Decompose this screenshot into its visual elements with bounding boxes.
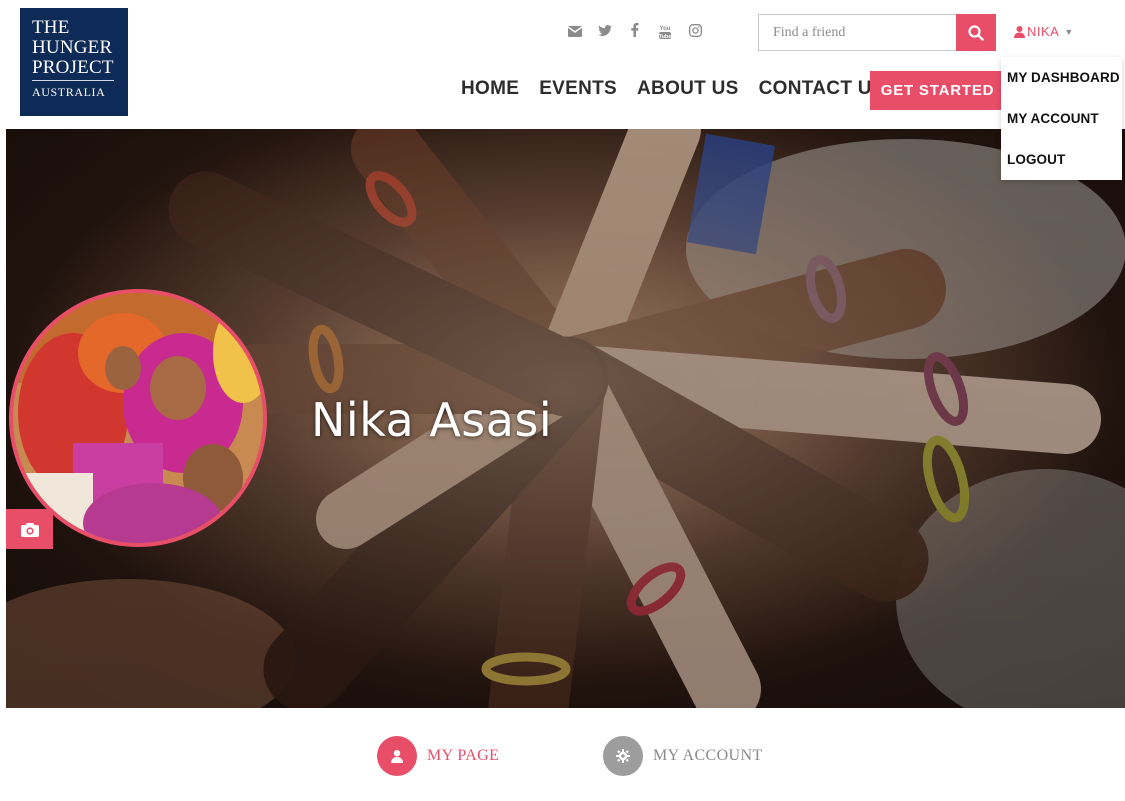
logo-line-hunger: HUNGER	[32, 37, 113, 58]
menu-item-my-dashboard[interactable]: MY DASHBOARD	[1001, 57, 1122, 98]
instagram-icon[interactable]	[680, 23, 710, 42]
nav-contact-us[interactable]: CONTACT US	[759, 78, 885, 100]
tab-my-account[interactable]: MY ACCOUNT	[603, 736, 763, 776]
tab-my-page[interactable]: MY PAGE	[377, 736, 499, 776]
user-icon	[1014, 25, 1025, 38]
nav-events[interactable]: EVENTS	[539, 78, 617, 100]
menu-item-my-account[interactable]: MY ACCOUNT	[1001, 98, 1122, 139]
user-icon	[391, 749, 403, 763]
facebook-icon[interactable]	[620, 23, 650, 42]
tab-my-account-icon-wrap	[603, 736, 643, 776]
email-icon[interactable]	[560, 23, 590, 42]
nav-home[interactable]: HOME	[461, 78, 519, 100]
gear-icon	[616, 749, 630, 763]
twitter-icon[interactable]	[590, 23, 620, 42]
site-logo[interactable]: THE HUNGER PROJECT AUSTRALIA	[20, 8, 128, 116]
hero-banner: Nika Asasi	[6, 129, 1125, 708]
user-dropdown-menu: MY DASHBOARD MY ACCOUNT LOGOUT	[1001, 57, 1122, 180]
tab-my-page-label: MY PAGE	[427, 747, 500, 764]
logo-line-the: THE	[32, 17, 70, 38]
camera-icon	[20, 522, 39, 537]
main-nav: HOME EVENTS ABOUT US CONTACT US	[461, 78, 885, 100]
user-menu-toggle[interactable]: NIKA ▼	[1014, 24, 1074, 39]
change-photo-button[interactable]	[6, 509, 53, 549]
menu-item-logout[interactable]: LOGOUT	[1001, 139, 1122, 180]
nav-about-us[interactable]: ABOUT US	[637, 78, 739, 100]
caret-down-icon: ▼	[1064, 26, 1074, 37]
logo-line-australia: AUSTRALIA	[32, 85, 106, 99]
svg-text:Tube: Tube	[659, 34, 672, 40]
find-friend-input[interactable]	[758, 14, 956, 51]
get-started-button[interactable]: GET STARTED	[870, 71, 1005, 110]
search-icon	[968, 24, 984, 41]
tab-my-page-icon-wrap	[377, 736, 417, 776]
youtube-icon[interactable]: You Tube	[650, 23, 680, 42]
social-links: You Tube	[560, 23, 710, 42]
tab-my-account-label: MY ACCOUNT	[653, 747, 763, 764]
profile-name: Nika Asasi	[311, 393, 553, 447]
svg-text:You: You	[660, 26, 671, 32]
search-button[interactable]	[956, 14, 996, 51]
user-name: NIKA	[1027, 24, 1060, 39]
logo-divider	[32, 80, 114, 81]
logo-line-project: PROJECT	[32, 57, 114, 78]
